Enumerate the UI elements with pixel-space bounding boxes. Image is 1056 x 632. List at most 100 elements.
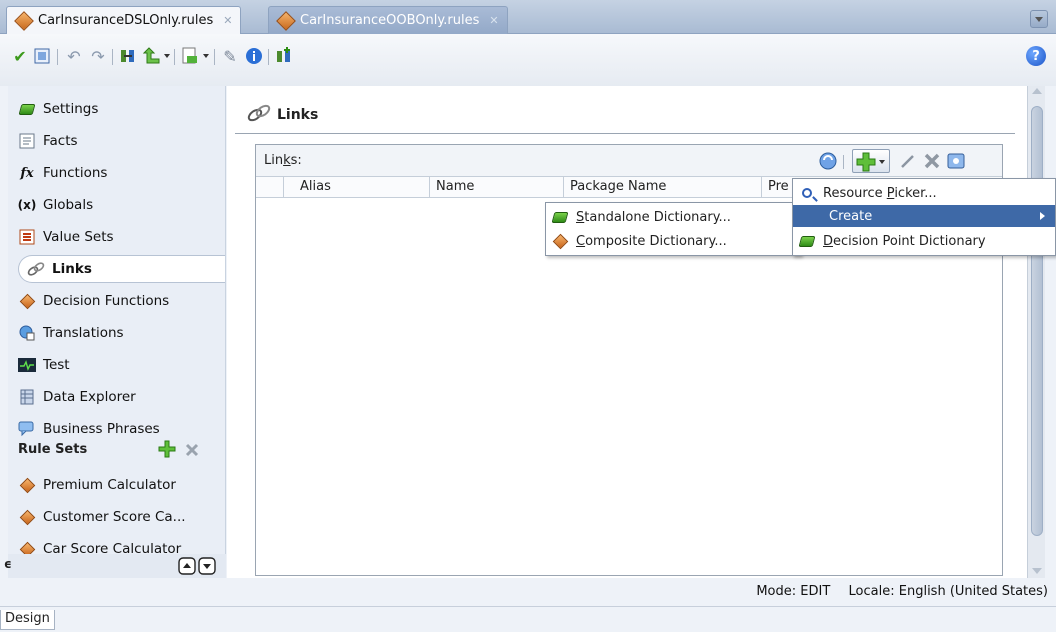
sidebar-item-links[interactable]: Links [18, 255, 225, 283]
column-header-name[interactable]: Name [430, 177, 564, 198]
facts-icon [18, 132, 36, 150]
column-header-select [256, 177, 284, 198]
sidebar-item-globals[interactable]: (x) Globals [18, 192, 93, 218]
link-icon[interactable] [118, 46, 138, 66]
column-header-alias[interactable]: Alias [284, 177, 430, 198]
tab-carinsurance-oob[interactable]: CarInsuranceOOBOnly.rules ✕ [268, 6, 508, 34]
check-icon[interactable]: ✔ [10, 46, 30, 66]
links-editor: Links Links: Alias Name Package Name Pre [227, 86, 1027, 578]
menu-item-create[interactable]: Create [793, 205, 1055, 227]
page-title-text: Links [277, 107, 319, 123]
divider [235, 133, 1015, 134]
validate-icon[interactable] [32, 46, 52, 66]
menu-item-composite-dictionary[interactable]: Composite Dictionary... [546, 230, 800, 252]
add-dropdown-menu: Resource Picker... Create Decision Point… [792, 178, 1056, 256]
tab-label: CarInsuranceOOBOnly.rules [300, 13, 480, 28]
ruleset-label: Customer Score Ca... [43, 509, 186, 525]
ruleset-item[interactable]: Premium Calculator [18, 472, 176, 498]
links-panel-toolbar: Links: [256, 145, 1002, 177]
sidebar-item-value-sets[interactable]: Value Sets [18, 224, 114, 250]
sidebar-item-label: Business Phrases [43, 421, 160, 437]
sidebar-item-label: Facts [43, 133, 78, 149]
toolbar-separator [843, 155, 844, 169]
tab-design[interactable]: Design [0, 610, 55, 630]
scroll-up-icon[interactable] [178, 557, 196, 579]
close-tab-icon[interactable]: ✕ [223, 14, 232, 27]
sidebar-item-label: Test [43, 357, 70, 373]
chevron-down-icon[interactable] [879, 160, 885, 164]
generate-icon[interactable] [180, 46, 200, 66]
mode-status: Mode: EDIT [756, 584, 831, 599]
redo-icon[interactable]: ↷ [88, 46, 108, 66]
tab-label: CarInsuranceDSLOnly.rules [38, 13, 214, 28]
add-ruleset-icon[interactable] [158, 440, 176, 462]
scroll-down-icon[interactable] [198, 557, 216, 579]
scrollbar-thumb[interactable] [1031, 106, 1043, 536]
tab-list-dropdown-icon[interactable] [1030, 10, 1048, 28]
dictionary-icon [798, 233, 816, 249]
settings-icon[interactable] [946, 151, 966, 175]
sidebar-item-translations[interactable]: Translations [18, 320, 124, 346]
sidebar-item-decision-functions[interactable]: Decision Functions [18, 288, 169, 314]
delete-ruleset-icon[interactable] [184, 442, 200, 462]
info-icon[interactable] [244, 46, 264, 66]
scroll-up-arrow-icon[interactable] [1032, 88, 1042, 94]
status-bar: Mode: EDIT Locale: English (United State… [8, 578, 1056, 606]
sidebar-item-label: Settings [43, 101, 99, 117]
functions-icon: fx [20, 165, 34, 181]
sidebar-item-label: Data Explorer [43, 389, 136, 405]
sidebar-item-test[interactable]: Test [18, 352, 70, 378]
menu-item-label: Create [829, 208, 873, 224]
collapse-icon[interactable]: ϵ [4, 557, 12, 571]
tab-carinsurance-dsl[interactable]: CarInsuranceDSLOnly.rules ✕ [6, 6, 242, 34]
editor-tab-bar: CarInsuranceDSLOnly.rules ✕ CarInsurance… [0, 0, 1056, 34]
undo-icon[interactable]: ↶ [64, 46, 84, 66]
menu-item-standalone-dictionary[interactable]: Standalone Dictionary... [546, 206, 800, 228]
sidebar-item-settings[interactable]: Settings [18, 96, 98, 122]
sidebar-item-data-explorer[interactable]: Data Explorer [18, 384, 136, 410]
translations-icon [18, 324, 36, 342]
help-icon[interactable]: ? [1026, 46, 1046, 66]
add-icon [856, 152, 876, 172]
menu-item-label: Composite Dictionary... [576, 233, 727, 249]
column-header-package-name[interactable]: Package Name [564, 177, 762, 198]
add-button[interactable] [852, 149, 890, 173]
page-title: Links [247, 102, 318, 128]
rule-sets-header: Rule Sets [18, 442, 88, 457]
vertical-scrollbar[interactable] [1027, 86, 1045, 578]
toolbar-separator [174, 49, 175, 65]
wrench-icon[interactable]: ✎ [220, 46, 240, 66]
delete-icon[interactable] [922, 151, 942, 175]
links-icon [27, 260, 45, 278]
sidebar-item-label: Links [52, 261, 92, 277]
sidebar-item-facts[interactable]: Facts [18, 128, 78, 154]
ruleset-icon [18, 508, 36, 526]
settings-icon [18, 100, 36, 118]
up-arrow-icon[interactable] [142, 46, 162, 66]
sidebar-item-business-phrases[interactable]: Business Phrases [18, 416, 160, 442]
link-plus-icon[interactable] [274, 46, 294, 66]
toolbar-separator [268, 49, 269, 65]
toolbar: ✔ ↶ ↷ ✎ ? [0, 34, 1056, 86]
ruleset-label: Premium Calculator [43, 477, 176, 493]
chevron-down-icon[interactable] [203, 54, 209, 58]
sidebar-item-functions[interactable]: fx Functions [18, 160, 107, 186]
scroll-down-arrow-icon[interactable] [1032, 568, 1042, 574]
toolbar-separator [57, 49, 58, 65]
menu-item-resource-picker[interactable]: Resource Picker... [793, 182, 1055, 204]
links-icon [247, 103, 271, 127]
test-icon [18, 356, 36, 374]
refresh-icon[interactable] [818, 151, 838, 175]
sidebar-item-label: Translations [43, 325, 124, 341]
decision-functions-icon [18, 292, 36, 310]
search-icon [799, 185, 815, 201]
navigator-footer: ϵ [4, 554, 226, 579]
close-tab-icon[interactable]: ✕ [489, 14, 498, 27]
menu-item-label: Resource Picker... [823, 185, 937, 201]
ruleset-item[interactable]: Customer Score Ca... [18, 504, 186, 530]
edit-icon[interactable] [898, 151, 918, 175]
sidebar-item-label: Decision Functions [43, 293, 170, 309]
menu-item-decision-point-dictionary[interactable]: Decision Point Dictionary [793, 230, 1055, 252]
chevron-down-icon[interactable] [164, 54, 170, 58]
rules-navigator: Settings Facts fx Functions (x) Globals … [8, 86, 226, 578]
